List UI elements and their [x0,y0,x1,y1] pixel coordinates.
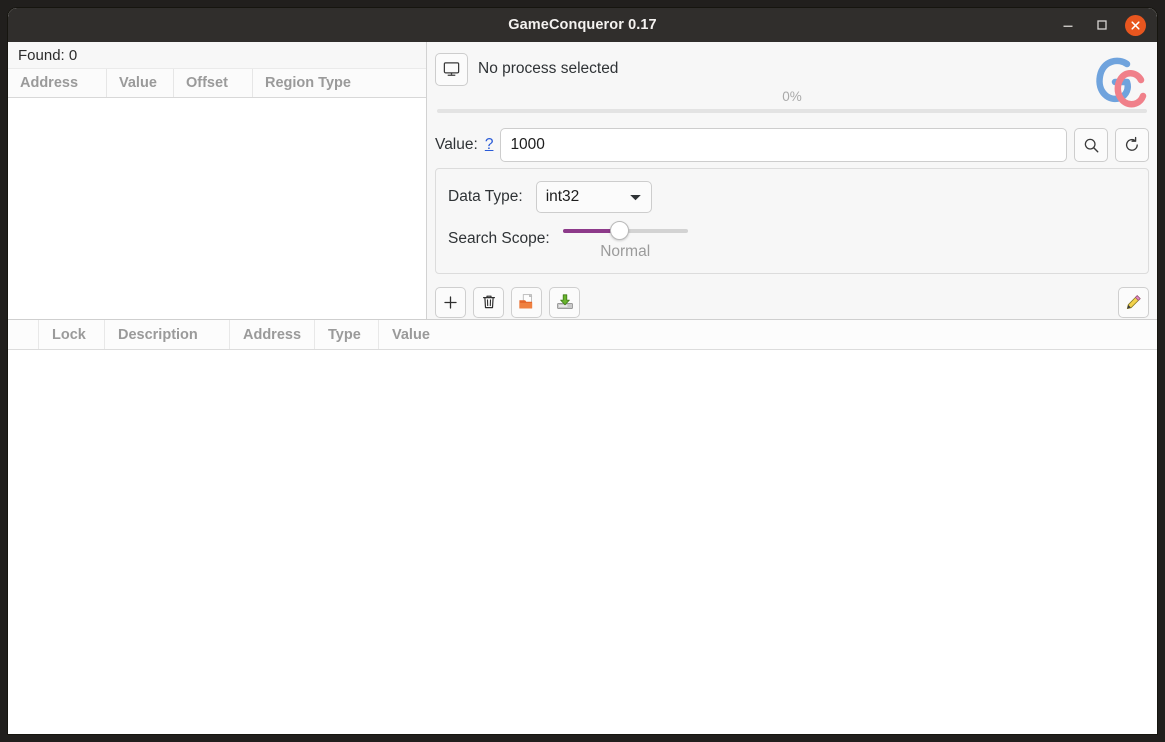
value-input[interactable] [500,128,1067,162]
cheat-column-address[interactable]: Address [230,320,315,349]
window-controls [1057,14,1157,36]
results-column-value[interactable]: Value [107,69,174,97]
add-entry-button[interactable] [435,286,466,318]
scan-progress-track [437,109,1147,113]
maximize-button[interactable] [1091,14,1113,36]
cheat-column-description[interactable]: Description [105,320,230,349]
cheat-column-type[interactable]: Type [315,320,379,349]
desktop-background: GameConqueror 0.17 Found: 0 Address Valu… [0,0,1165,742]
search-scope-track [562,221,688,240]
scan-progress-percent: 0% [782,89,802,104]
value-row: Value: ? [435,122,1149,166]
scan-button[interactable] [1074,128,1108,162]
search-scope-label: Search Scope: [448,230,550,247]
cheat-column-blank[interactable] [8,320,39,349]
search-icon [1084,138,1098,152]
cheat-column-lock[interactable]: Lock [39,320,105,349]
minimize-icon [1063,25,1073,27]
trash-icon [482,295,495,309]
entry-toolbar [435,274,1149,322]
close-icon [1131,20,1140,30]
monitor-icon [443,61,460,76]
open-folder-icon [518,293,532,309]
results-column-header: Address Value Offset Region Type [8,69,426,98]
chevron-down-icon [629,194,641,200]
window-title: GameConqueror 0.17 [508,17,657,33]
value-label: Value: [435,136,478,153]
cheat-table-header: Lock Description Address Type Value [8,320,1157,350]
data-type-label: Data Type: [448,188,523,205]
open-file-button[interactable] [511,286,542,318]
cheat-table-body[interactable] [8,350,1157,734]
top-split-area: Found: 0 Address Value Offset Region Typ… [8,42,1157,320]
search-scope-slider[interactable]: Normal [562,216,688,261]
search-scope-value: Normal [600,243,651,260]
cheat-column-value[interactable]: Value [379,320,1157,349]
maximize-icon [1097,20,1107,30]
edit-button[interactable] [1118,286,1149,318]
data-type-dropdown[interactable]: int32 [535,181,652,213]
save-disk-icon [556,294,573,309]
minimize-button[interactable] [1057,14,1079,36]
search-scope-row: Search Scope: Normal [448,216,1136,262]
scan-results-pane: Found: 0 Address Value Offset Region Typ… [8,42,427,319]
scan-options-frame: Data Type: int32 Search Scope: Normal [435,168,1149,274]
cheat-table-pane: Lock Description Address Type Value [8,320,1157,734]
window-titlebar[interactable]: GameConqueror 0.17 [8,8,1157,42]
results-list-body[interactable] [8,98,426,319]
results-column-address[interactable]: Address [8,69,107,97]
data-type-row: Data Type: int32 [448,178,1136,216]
results-column-region-type[interactable]: Region Type [253,69,426,97]
window-body: Found: 0 Address Value Offset Region Typ… [8,42,1157,734]
process-label: No process selected [478,60,619,77]
plus-icon [444,295,457,309]
pencil-icon [1126,294,1141,309]
scanner-controls-pane: No process selected 0% Value: ? 1000 Dat… [427,42,1157,319]
process-select-button[interactable] [435,52,468,86]
reset-button[interactable] [1115,128,1149,162]
save-file-button[interactable] [549,286,580,318]
scan-progress: 0% [435,88,1149,122]
value-help-link[interactable]: ? [485,136,494,154]
found-count-label: Found: 0 [18,46,78,64]
delete-entry-button[interactable] [473,286,504,318]
data-type-value: int32 [545,188,580,205]
close-button[interactable] [1125,14,1146,36]
search-scope-thumb[interactable] [610,221,630,240]
gameconqueror-window: GameConqueror 0.17 Found: 0 Address Valu… [8,8,1157,734]
refresh-icon [1125,136,1138,151]
found-count-bar: Found: 0 [8,42,426,69]
process-row: No process selected [435,50,1149,108]
results-column-offset[interactable]: Offset [174,69,253,97]
